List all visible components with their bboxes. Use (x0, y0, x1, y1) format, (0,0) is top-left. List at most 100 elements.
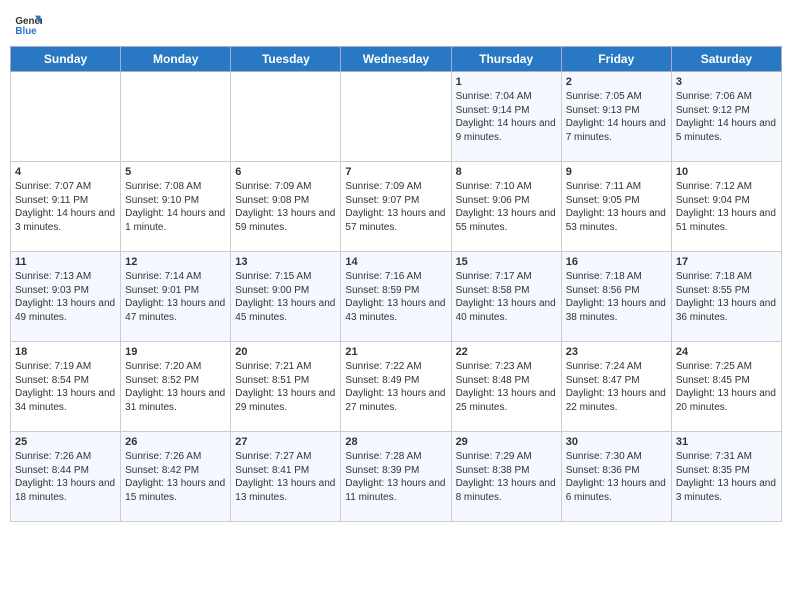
calendar-cell: 2Sunrise: 7:05 AM Sunset: 9:13 PM Daylig… (561, 72, 671, 162)
logo-icon: General Blue (14, 10, 42, 38)
calendar-cell: 10 Sunrise: 7:12 AM Sunset: 9:04 PM Dayli… (671, 162, 781, 252)
day-number: 28 (345, 436, 446, 448)
calendar-cell: 17 Sunrise: 7:18 AM Sunset: 8:55 PM Dayli… (671, 252, 781, 342)
weekday-header: Tuesday (231, 47, 341, 72)
day-number: 10 (676, 166, 777, 178)
calendar-week-row: 4 Sunrise: 7:07 AM Sunset: 9:11 PM Daylig… (11, 162, 782, 252)
day-detail: Sunrise: 7:06 AM Sunset: 9:12 PM Dayligh… (676, 90, 777, 144)
day-number: 24 (676, 346, 777, 358)
calendar-cell: 14Sunrise: 7:16 AM Sunset: 8:59 PM Dayli… (341, 252, 451, 342)
day-detail: Sunrise: 7:04 AM Sunset: 9:14 PM Dayligh… (456, 90, 557, 144)
day-number: 17 (676, 256, 777, 268)
calendar-cell: 20Sunrise: 7:21 AM Sunset: 8:51 PM Dayli… (231, 342, 341, 432)
calendar-cell: 6 Sunrise: 7:09 AM Sunset: 9:08 PM Daylig… (231, 162, 341, 252)
day-number: 3 (676, 76, 777, 88)
day-number: 19 (125, 346, 226, 358)
day-number: 21 (345, 346, 446, 358)
calendar-cell: 15 Sunrise: 7:17 AM Sunset: 8:58 PM Dayli… (451, 252, 561, 342)
day-number: 4 (15, 166, 116, 178)
calendar-cell: 29 Sunrise: 7:29 AM Sunset: 8:38 PM Dayli… (451, 432, 561, 522)
day-number: 20 (235, 346, 336, 358)
day-number: 15 (456, 256, 557, 268)
day-number: 13 (235, 256, 336, 268)
weekday-header: Thursday (451, 47, 561, 72)
svg-text:Blue: Blue (15, 26, 37, 37)
day-detail: Sunrise: 7:28 AM Sunset: 8:39 PM Dayligh… (345, 450, 446, 504)
day-detail: Sunrise: 7:27 AM Sunset: 8:41 PM Dayligh… (235, 450, 336, 504)
weekday-header: Friday (561, 47, 671, 72)
day-detail: Sunrise: 7:14 AM Sunset: 9:01 PM Dayligh… (125, 270, 226, 324)
day-number: 30 (566, 436, 667, 448)
day-number: 2 (566, 76, 667, 88)
calendar-cell: 22 Sunrise: 7:23 AM Sunset: 8:48 PM Dayli… (451, 342, 561, 432)
day-detail: Sunrise: 7:23 AM Sunset: 8:48 PM Dayligh… (456, 360, 557, 414)
day-number: 26 (125, 436, 226, 448)
day-number: 31 (676, 436, 777, 448)
weekday-header: Sunday (11, 47, 121, 72)
calendar-cell (341, 72, 451, 162)
day-number: 7 (345, 166, 446, 178)
day-detail: Sunrise: 7:07 AM Sunset: 9:11 PM Dayligh… (15, 180, 116, 234)
calendar-table: SundayMondayTuesdayWednesdayThursdayFrid… (10, 46, 782, 522)
day-detail: Sunrise: 7:24 AM Sunset: 8:47 PM Dayligh… (566, 360, 667, 414)
calendar-week-row: 18 Sunrise: 7:19 AM Sunset: 8:54 PM Dayli… (11, 342, 782, 432)
day-detail: Sunrise: 7:09 AM Sunset: 9:07 PM Dayligh… (345, 180, 446, 234)
calendar-cell: 24 Sunrise: 7:25 AM Sunset: 8:45 PM Dayli… (671, 342, 781, 432)
day-detail: Sunrise: 7:18 AM Sunset: 8:55 PM Dayligh… (676, 270, 777, 324)
calendar-cell: 7 Sunrise: 7:09 AM Sunset: 9:07 PM Daylig… (341, 162, 451, 252)
day-detail: Sunrise: 7:10 AM Sunset: 9:06 PM Dayligh… (456, 180, 557, 234)
day-number: 6 (235, 166, 336, 178)
calendar-cell: 18 Sunrise: 7:19 AM Sunset: 8:54 PM Dayli… (11, 342, 121, 432)
calendar-cell (11, 72, 121, 162)
calendar-cell: 4 Sunrise: 7:07 AM Sunset: 9:11 PM Daylig… (11, 162, 121, 252)
calendar-cell: 28 Sunrise: 7:28 AM Sunset: 8:39 PM Dayli… (341, 432, 451, 522)
calendar-body: 1Sunrise: 7:04 AM Sunset: 9:14 PM Daylig… (11, 72, 782, 522)
day-number: 29 (456, 436, 557, 448)
day-detail: Sunrise: 7:25 AM Sunset: 8:45 PM Dayligh… (676, 360, 777, 414)
calendar-header: SundayMondayTuesdayWednesdayThursdayFrid… (11, 47, 782, 72)
calendar-cell: 5 Sunrise: 7:08 AM Sunset: 9:10 PM Daylig… (121, 162, 231, 252)
day-detail: Sunrise: 7:12 AM Sunset: 9:04 PM Dayligh… (676, 180, 777, 234)
calendar-cell: 16 Sunrise: 7:18 AM Sunset: 8:56 PM Dayli… (561, 252, 671, 342)
day-detail: Sunrise: 7:29 AM Sunset: 8:38 PM Dayligh… (456, 450, 557, 504)
calendar-cell: 12Sunrise: 7:14 AM Sunset: 9:01 PM Dayli… (121, 252, 231, 342)
weekday-header: Monday (121, 47, 231, 72)
calendar-cell: 27 Sunrise: 7:27 AM Sunset: 8:41 PM Dayli… (231, 432, 341, 522)
day-detail: Sunrise: 7:09 AM Sunset: 9:08 PM Dayligh… (235, 180, 336, 234)
calendar-cell (231, 72, 341, 162)
day-detail: Sunrise: 7:18 AM Sunset: 8:56 PM Dayligh… (566, 270, 667, 324)
calendar-cell (121, 72, 231, 162)
day-detail: Sunrise: 7:31 AM Sunset: 8:35 PM Dayligh… (676, 450, 777, 504)
day-detail: Sunrise: 7:13 AM Sunset: 9:03 PM Dayligh… (15, 270, 116, 324)
day-detail: Sunrise: 7:11 AM Sunset: 9:05 PM Dayligh… (566, 180, 667, 234)
day-detail: Sunrise: 7:22 AM Sunset: 8:49 PM Dayligh… (345, 360, 446, 414)
day-number: 8 (456, 166, 557, 178)
calendar-cell: 3 Sunrise: 7:06 AM Sunset: 9:12 PM Daylig… (671, 72, 781, 162)
calendar-cell: 21 Sunrise: 7:22 AM Sunset: 8:49 PM Dayli… (341, 342, 451, 432)
day-number: 18 (15, 346, 116, 358)
day-detail: Sunrise: 7:17 AM Sunset: 8:58 PM Dayligh… (456, 270, 557, 324)
day-number: 5 (125, 166, 226, 178)
calendar-cell: 1Sunrise: 7:04 AM Sunset: 9:14 PM Daylig… (451, 72, 561, 162)
day-number: 16 (566, 256, 667, 268)
day-number: 9 (566, 166, 667, 178)
calendar-cell: 8 Sunrise: 7:10 AM Sunset: 9:06 PM Daylig… (451, 162, 561, 252)
day-number: 22 (456, 346, 557, 358)
calendar-week-row: 1Sunrise: 7:04 AM Sunset: 9:14 PM Daylig… (11, 72, 782, 162)
day-number: 23 (566, 346, 667, 358)
day-number: 27 (235, 436, 336, 448)
day-detail: Sunrise: 7:16 AM Sunset: 8:59 PM Dayligh… (345, 270, 446, 324)
calendar-cell: 30 Sunrise: 7:30 AM Sunset: 8:36 PM Dayli… (561, 432, 671, 522)
calendar-cell: 23 Sunrise: 7:24 AM Sunset: 8:47 PM Dayli… (561, 342, 671, 432)
day-detail: Sunrise: 7:30 AM Sunset: 8:36 PM Dayligh… (566, 450, 667, 504)
calendar-cell: 31 Sunrise: 7:31 AM Sunset: 8:35 PM Dayli… (671, 432, 781, 522)
day-detail: Sunrise: 7:26 AM Sunset: 8:42 PM Dayligh… (125, 450, 226, 504)
day-detail: Sunrise: 7:19 AM Sunset: 8:54 PM Dayligh… (15, 360, 116, 414)
calendar-cell: 9 Sunrise: 7:11 AM Sunset: 9:05 PM Daylig… (561, 162, 671, 252)
weekday-header: Wednesday (341, 47, 451, 72)
day-detail: Sunrise: 7:26 AM Sunset: 8:44 PM Dayligh… (15, 450, 116, 504)
day-detail: Sunrise: 7:20 AM Sunset: 8:52 PM Dayligh… (125, 360, 226, 414)
calendar-week-row: 11Sunrise: 7:13 AM Sunset: 9:03 PM Dayli… (11, 252, 782, 342)
day-detail: Sunrise: 7:08 AM Sunset: 9:10 PM Dayligh… (125, 180, 226, 234)
day-detail: Sunrise: 7:15 AM Sunset: 9:00 PM Dayligh… (235, 270, 336, 324)
